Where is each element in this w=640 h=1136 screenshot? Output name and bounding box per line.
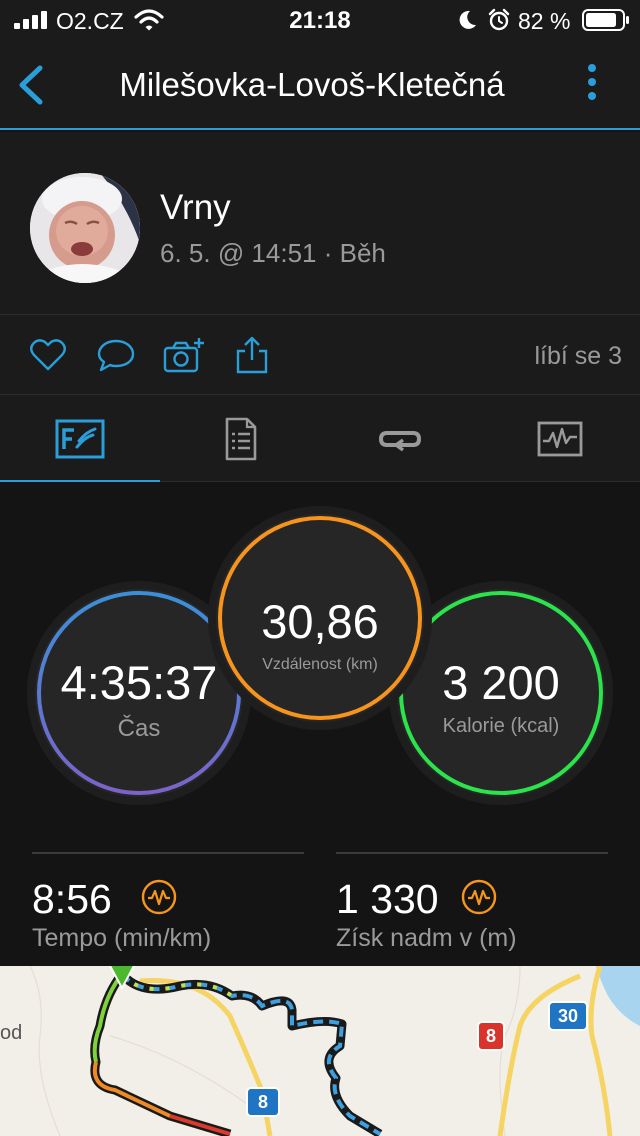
elevation-zone-icon [461, 879, 497, 915]
avatar[interactable] [30, 173, 140, 283]
comment-icon[interactable] [96, 335, 136, 375]
graphs-icon [537, 421, 583, 457]
tab-overview[interactable] [0, 395, 160, 484]
pace-label: Tempo (min/km) [32, 924, 212, 952]
road-label-30: 30 [548, 1001, 588, 1031]
route-map[interactable]: od 8 8 30 [0, 966, 640, 1136]
share-icon[interactable] [232, 335, 272, 375]
pace-value: 8:56 [32, 876, 112, 922]
navigation-bar: Milešovka-Lovoš-Kletečná [0, 40, 640, 130]
user-name[interactable]: Vrny [160, 188, 231, 228]
do-not-disturb-icon [459, 10, 476, 29]
laps-icon [378, 431, 422, 452]
activity-date-type: 6. 5. @ 14:51 · Běh [160, 238, 386, 268]
pace-zone-icon [141, 879, 177, 915]
road-label-8-blue: 8 [246, 1087, 280, 1117]
distance-circle[interactable]: 30,86 Vzdálenost (km) [216, 514, 424, 722]
elevation-gain-value: 1 330 [336, 876, 439, 922]
status-bar: O2.CZ 21:18 82 % [0, 0, 640, 40]
more-options-icon[interactable] [586, 64, 598, 106]
battery-icon [582, 9, 629, 31]
social-actions-bar: líbí se 3 [0, 314, 640, 394]
pace-metric[interactable]: 8:56 Tempo (min/km) [32, 852, 304, 952]
details-icon [225, 417, 257, 461]
battery-percentage: 82 % [518, 8, 571, 34]
alarm-icon [488, 8, 510, 31]
time-circle[interactable]: 4:35:37 Čas [35, 589, 243, 797]
activity-stats: 4:35:37 Čas 3 200 Kalorie (kcal) 30,86 V… [0, 482, 640, 966]
calories-circle[interactable]: 3 200 Kalorie (kcal) [397, 589, 605, 797]
time-label: Čas [117, 715, 161, 742]
map-place-label: od [0, 1022, 23, 1044]
overview-icon [55, 419, 105, 459]
distance-value: 30,86 [261, 595, 379, 648]
tab-details[interactable] [160, 395, 320, 483]
elevation-gain-metric[interactable]: 1 330 Získ nadm v (m) [336, 852, 608, 952]
calories-value: 3 200 [442, 656, 560, 709]
like-heart-icon[interactable] [28, 335, 68, 375]
add-photo-icon[interactable] [162, 335, 206, 375]
activity-header: Vrny 6. 5. @ 14:51 · Běh [0, 132, 640, 314]
activity-tabs [0, 394, 640, 484]
back-arrow-icon[interactable] [12, 62, 52, 108]
distance-label: Vzdálenost (km) [262, 656, 378, 673]
time-value: 4:35:37 [60, 656, 218, 709]
road-label-8-red: 8 [477, 1021, 505, 1051]
likes-count[interactable]: líbí se 3 [534, 342, 622, 371]
calories-label: Kalorie (kcal) [442, 715, 560, 737]
tab-graphs[interactable] [480, 395, 640, 483]
activity-title: Milešovka-Lovoš-Kletečná [119, 66, 505, 103]
tab-laps[interactable] [320, 395, 480, 483]
elevation-gain-label: Získ nadm v (m) [336, 924, 517, 952]
